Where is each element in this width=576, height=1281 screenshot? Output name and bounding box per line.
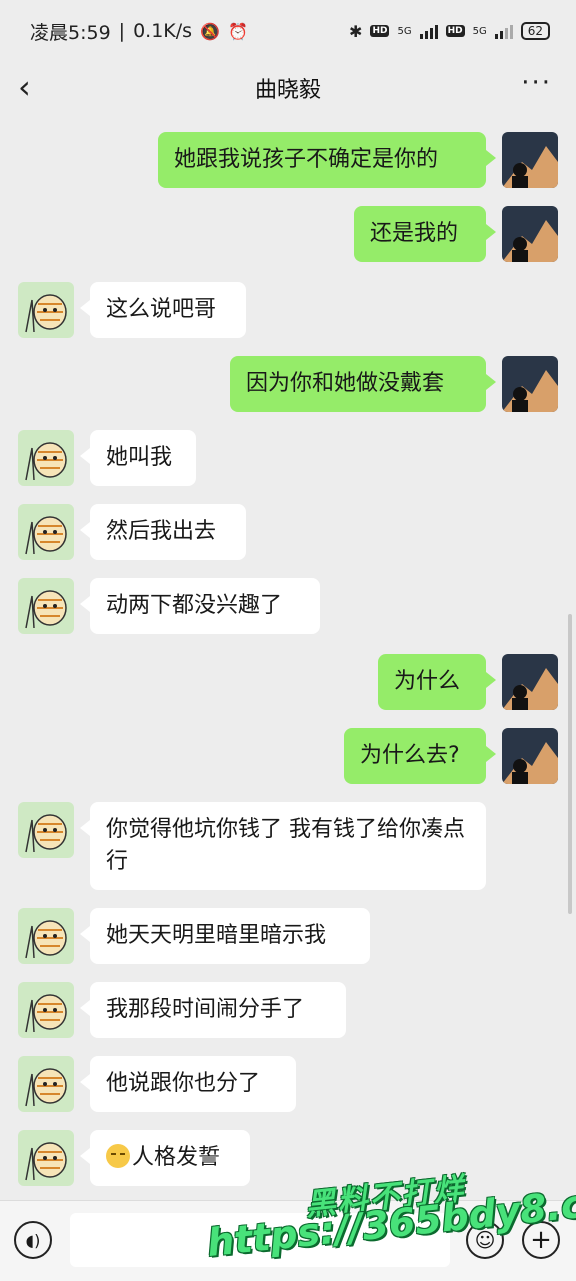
message-bubble[interactable]: 人格发誓 [80, 1130, 250, 1186]
avatar[interactable] [502, 728, 558, 784]
status-time: 凌晨5:59 [30, 21, 111, 44]
message-bubble[interactable]: 我那段时间闹分手了 [80, 982, 346, 1038]
status-bar: 凌晨5:59 | 0.1K/s 🔕 ⏰ ✱ HD 5G HD 5G 62 [0, 0, 576, 62]
avatar[interactable] [502, 132, 558, 188]
message-bubble[interactable]: 她跟我说孩子不确定是你的 [158, 132, 496, 188]
battery-icon: 62 [520, 22, 550, 40]
scrollbar[interactable] [568, 614, 572, 914]
avatar[interactable] [18, 1056, 74, 1112]
avatar[interactable] [18, 430, 74, 486]
message-bubble[interactable]: 动两下都没兴趣了 [80, 578, 320, 634]
network-label-1: 5G [397, 25, 412, 37]
message-bubble[interactable]: 为什么去? [344, 728, 496, 784]
message-bubble[interactable]: 他说跟你也分了 [80, 1056, 296, 1112]
voice-input-button[interactable]: ◖) [14, 1221, 52, 1259]
network-label-2: 5G [472, 25, 487, 37]
sleeping-face-emoji-icon [106, 1144, 130, 1168]
avatar[interactable] [18, 802, 74, 858]
signal-icon-2 [494, 23, 513, 39]
message-bubble[interactable]: 因为你和她做没戴套 [230, 356, 496, 412]
message-bubble[interactable]: 然后我出去 [80, 504, 246, 560]
message-bubble[interactable]: 这么说吧哥 [80, 282, 246, 338]
chat-header: ‹ 曲晓毅 ··· [0, 62, 576, 114]
message-bubble[interactable]: 还是我的 [354, 206, 496, 262]
hd-badge-2: HD [445, 25, 465, 37]
alarm-icon: ⏰ [227, 21, 248, 41]
signal-icon-1 [419, 23, 438, 39]
avatar[interactable] [18, 1130, 74, 1186]
avatar[interactable] [18, 282, 74, 338]
avatar[interactable] [18, 504, 74, 560]
avatar[interactable] [502, 356, 558, 412]
message-bubble[interactable]: 为什么 [378, 654, 496, 710]
network-speed: 0.1K/s [133, 20, 193, 42]
avatar[interactable] [502, 206, 558, 262]
bluetooth-icon: ✱ [349, 21, 363, 41]
more-options-icon[interactable]: ··· [521, 68, 552, 98]
avatar[interactable] [18, 982, 74, 1038]
message-bubble[interactable]: 你觉得他坑你钱了 我有钱了给你凑点行 [80, 802, 486, 890]
avatar[interactable] [18, 908, 74, 964]
back-arrow-icon[interactable]: ‹ [18, 68, 31, 106]
voice-icon: ◖) [25, 1230, 41, 1250]
hd-badge-1: HD [370, 25, 390, 37]
message-text: 人格发誓 [132, 1145, 221, 1170]
avatar[interactable] [18, 578, 74, 634]
message-bubble[interactable]: 她天天明里暗里暗示我 [80, 908, 370, 964]
chat-title: 曲晓毅 [254, 78, 321, 103]
message-bubble[interactable]: 她叫我 [80, 430, 196, 486]
mute-icon: 🔕 [200, 21, 220, 41]
avatar[interactable] [502, 654, 558, 710]
message-list[interactable]: 她跟我说孩子不确定是你的 还是我的 这么说吧哥 因为你和她做没戴套 她叫我 然后… [0, 114, 576, 1200]
